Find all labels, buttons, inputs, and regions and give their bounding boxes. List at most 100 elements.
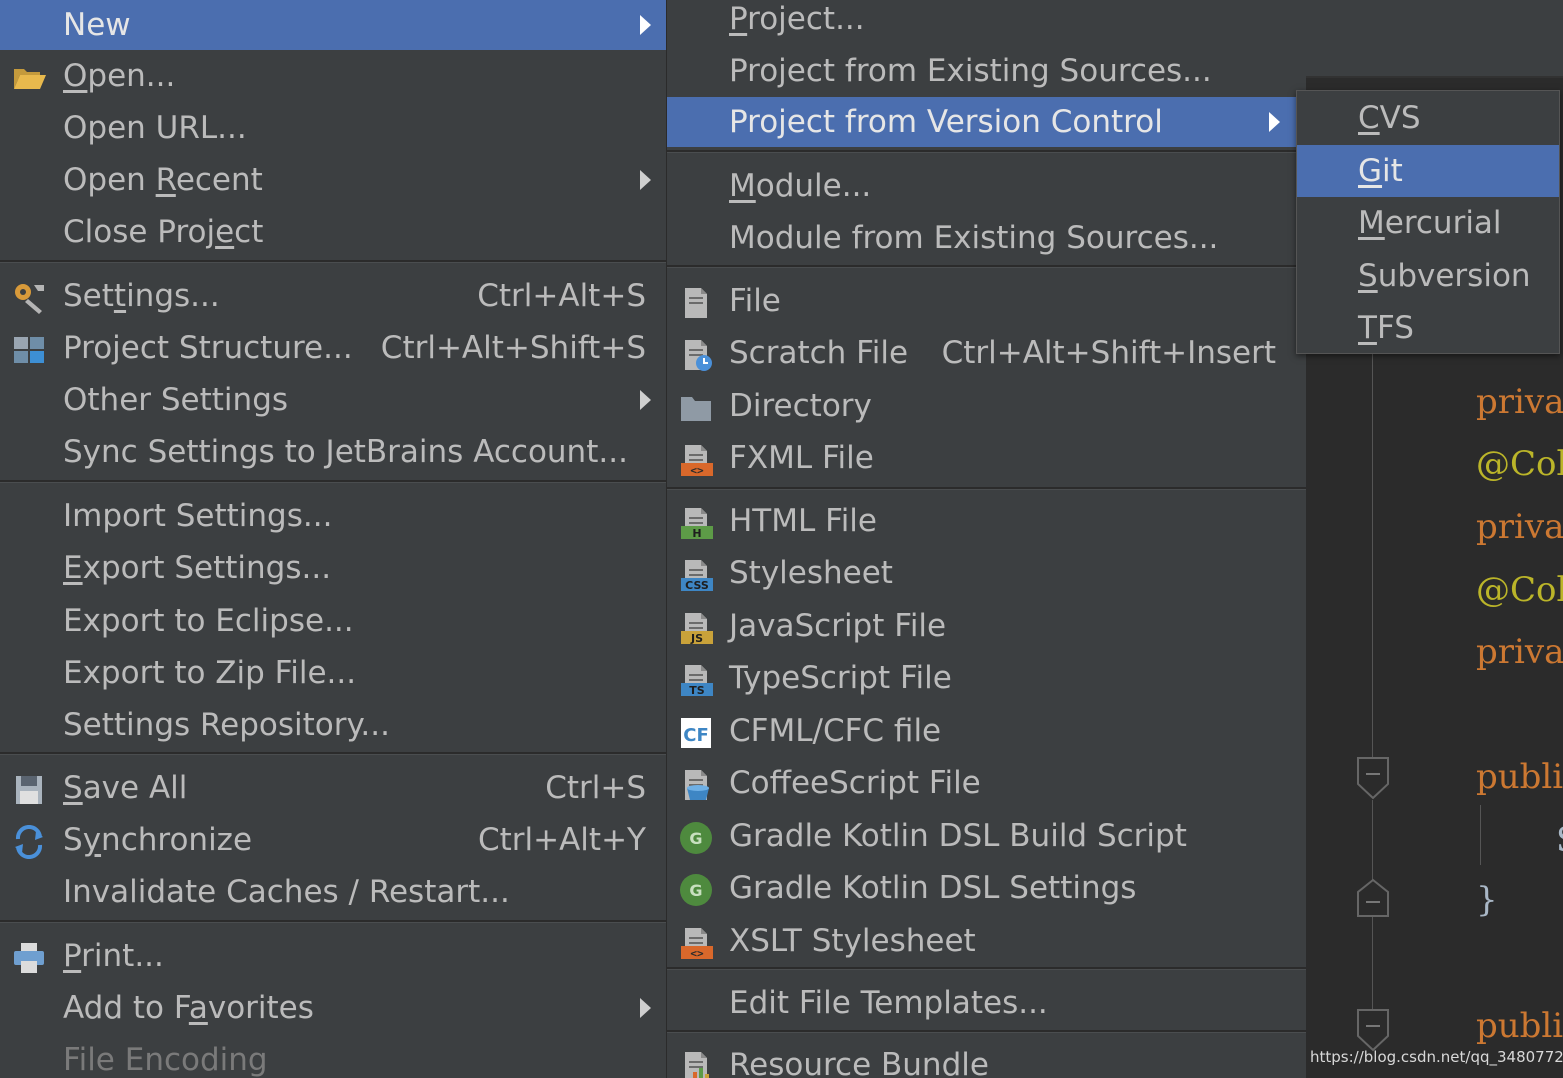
file-menu-item-export-to-eclipse[interactable]: Export to Eclipse... (0, 596, 666, 646)
svg-text:<>: <> (690, 464, 704, 477)
code-token: priva (1476, 382, 1563, 422)
new-menu-item-file[interactable]: File (667, 276, 1306, 326)
vcs-menu-item-subversion[interactable]: Subversion (1297, 250, 1559, 302)
menu-item-label: CoffeeScript File (729, 765, 981, 801)
svg-text:G: G (689, 829, 702, 848)
new-menu-item-javascript-file[interactable]: JS JavaScript File (667, 601, 1306, 651)
menu-item-label: Save All (63, 770, 188, 806)
vcs-menu-item-tfs[interactable]: TFS (1297, 302, 1559, 353)
vcs-menu-item-cvs[interactable]: CVS (1297, 92, 1559, 144)
svg-text:JS: JS (690, 632, 703, 645)
code-token: priva (1476, 632, 1563, 672)
new-menu-item-coffeescript-file[interactable]: CoffeeScript File (667, 758, 1306, 808)
cfml-file-icon: CF (679, 715, 713, 749)
file-menu-item-open-recent[interactable]: Open Recent (0, 155, 666, 205)
file-menu-item-print[interactable]: Print... (0, 931, 666, 981)
menu-item-label: Project from Existing Sources... (729, 53, 1212, 89)
menu-item-label: Synchronize (63, 822, 253, 858)
new-menu-item-gradle-kotlin-dsl-build-script[interactable]: G Gradle Kotlin DSL Build Script (667, 811, 1306, 861)
submenu-arrow-icon (640, 15, 651, 35)
svg-text:CF: CF (683, 725, 709, 746)
menu-item-label: Open Recent (63, 162, 263, 198)
fxml-file-icon: <> (679, 442, 713, 477)
menu-item-label: Module... (729, 168, 872, 204)
menu-item-label: Close Project (63, 214, 264, 250)
new-menu-item-scratch-file[interactable]: Scratch File Ctrl+Alt+Shift+Insert (667, 328, 1306, 378)
file-menu-item-import-settings[interactable]: Import Settings... (0, 491, 666, 541)
menu-separator (667, 1030, 1306, 1033)
file-menu-item-sync-settings-to-jetbrains-account[interactable]: Sync Settings to JetBrains Account... (0, 427, 666, 477)
file-menu-item-export-settings[interactable]: Export Settings... (0, 543, 666, 593)
folder-open-icon (12, 60, 46, 94)
menu-separator (667, 487, 1306, 490)
vcs-menu-item-git[interactable]: Git (1297, 145, 1559, 197)
fold-marker-icon[interactable] (1356, 1008, 1390, 1052)
code-token: } (1476, 880, 1498, 920)
menu-separator (667, 265, 1306, 268)
xslt-file-icon: <> (679, 925, 713, 960)
shortcut-label: Ctrl+Alt+Shift+Insert (941, 335, 1276, 371)
new-menu-item-typescript-file[interactable]: TS TypeScript File (667, 653, 1306, 703)
new-menu-item-html-file[interactable]: H HTML File (667, 496, 1306, 546)
gutter-line (1372, 916, 1373, 1011)
menu-item-label: Settings... (63, 278, 220, 314)
menu-item-label: Module from Existing Sources... (729, 220, 1219, 256)
js-file-icon: JS (679, 610, 713, 645)
menu-item-label: CFML/CFC file (729, 713, 942, 749)
new-menu-item-stylesheet[interactable]: CSS Stylesheet (667, 548, 1306, 598)
svg-text:<>: <> (690, 947, 704, 960)
file-menu-item-other-settings[interactable]: Other Settings (0, 375, 666, 425)
new-menu-item-cfml-cfc-file[interactable]: CF CFML/CFC file (667, 706, 1306, 756)
menu-separator (0, 752, 666, 755)
file-menu-item-settings-repository[interactable]: Settings Repository... (0, 700, 666, 750)
file-menu-item-project-structure[interactable]: Project Structure... Ctrl+Alt+Shift+S (0, 323, 666, 373)
file-menu-item-invalidate-caches-restart[interactable]: Invalidate Caches / Restart... (0, 867, 666, 917)
shortcut-label: Ctrl+Alt+Y (477, 822, 646, 858)
file-menu-item-open-url[interactable]: Open URL... (0, 103, 666, 153)
menu-item-label: Project from Version Control (729, 104, 1163, 140)
menu-separator (0, 480, 666, 483)
new-menu-item-gradle-kotlin-dsl-settings[interactable]: G Gradle Kotlin DSL Settings (667, 863, 1306, 913)
file-menu-item-settings[interactable]: Settings... Ctrl+Alt+S (0, 271, 666, 321)
new-menu-item-fxml-file[interactable]: <> FXML File (667, 433, 1306, 483)
shortcut-label: Ctrl+Alt+Shift+S (380, 330, 646, 366)
new-menu-item-xslt-stylesheet[interactable]: <> XSLT Stylesheet (667, 916, 1306, 966)
file-menu-item-synchronize[interactable]: Synchronize Ctrl+Alt+Y (0, 815, 666, 865)
file-menu-item-save-all[interactable]: Save All Ctrl+S (0, 763, 666, 813)
file-menu-item-export-to-zip-file[interactable]: Export to Zip File... (0, 648, 666, 698)
code-token: S (1556, 820, 1563, 860)
code-token: publi (1476, 1006, 1563, 1046)
wrench-icon (12, 280, 46, 314)
menu-item-label: Edit File Templates... (729, 985, 1048, 1021)
new-menu-item-edit-file-templates[interactable]: Edit File Templates... (667, 978, 1306, 1028)
fold-marker-icon[interactable] (1356, 878, 1390, 918)
fold-marker-icon[interactable] (1356, 756, 1390, 800)
print-icon (12, 940, 46, 974)
menu-item-label: Project... (729, 1, 865, 37)
menu-item-label: Stylesheet (729, 555, 893, 591)
vcs-menu-item-mercurial[interactable]: Mercurial (1297, 197, 1559, 249)
new-menu-item-module-from-existing-sources[interactable]: Module from Existing Sources... (667, 213, 1306, 263)
submenu-arrow-icon (1269, 112, 1280, 132)
file-menu-item-add-to-favorites[interactable]: Add to Favorites (0, 983, 666, 1033)
menu-separator (0, 920, 666, 923)
menu-item-label: Subversion (1358, 258, 1531, 294)
new-menu-item-project[interactable]: Project... (667, 0, 1306, 44)
code-token: publi (1476, 757, 1563, 797)
submenu-arrow-icon (640, 390, 651, 410)
new-menu-item-resource-bundle[interactable]: Resource Bundle (667, 1040, 1306, 1078)
file-menu-item-open[interactable]: Open... (0, 51, 666, 101)
menu-item-label: Git (1358, 153, 1403, 189)
menu-separator (667, 150, 1306, 153)
menu-item-label: Other Settings (63, 382, 289, 418)
menu-item-label: TypeScript File (729, 660, 952, 696)
resource-bundle-icon (679, 1049, 713, 1078)
new-menu-item-project-from-existing-sources[interactable]: Project from Existing Sources... (667, 46, 1306, 96)
file-menu-item-close-project[interactable]: Close Project (0, 207, 666, 257)
new-menu-item-directory[interactable]: Directory (667, 381, 1306, 431)
menu-item-label: CVS (1358, 100, 1421, 136)
file-menu-item-new[interactable]: New (0, 0, 666, 50)
new-menu-item-project-from-version-control[interactable]: Project from Version Control (667, 97, 1306, 147)
menu-item-label: Export to Zip File... (63, 655, 357, 691)
new-menu-item-module[interactable]: Module... (667, 161, 1306, 211)
